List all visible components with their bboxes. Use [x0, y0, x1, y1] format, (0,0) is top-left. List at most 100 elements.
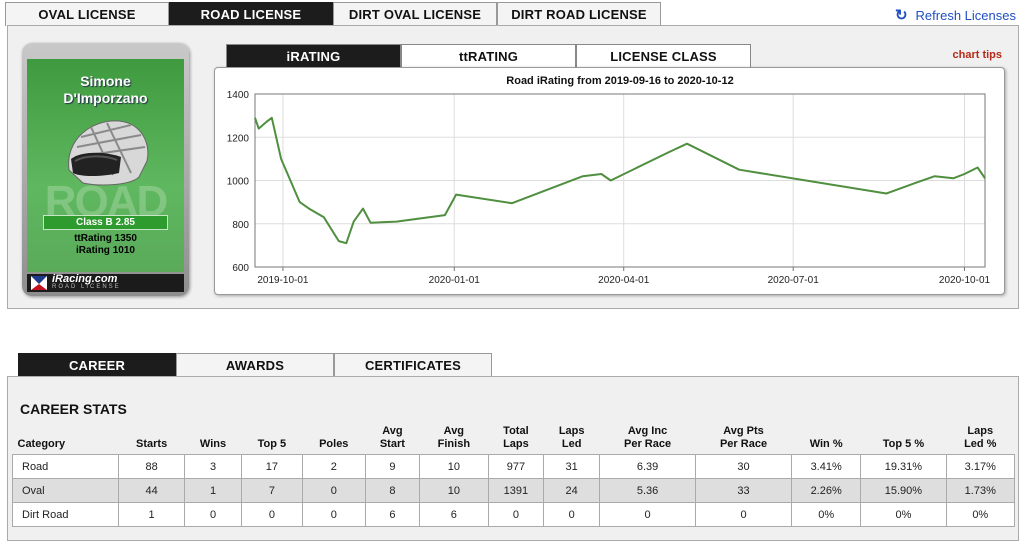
- table-cell: 17: [240, 454, 303, 479]
- table-cell: 24: [543, 478, 601, 503]
- table-cell: 6: [364, 502, 421, 527]
- career-col-header-text: Laps: [967, 425, 994, 437]
- tab-awards[interactable]: AWARDS: [176, 353, 334, 377]
- table-cell: 0: [301, 478, 366, 503]
- career-col-header-text: Category: [17, 438, 66, 450]
- career-col-header-text: Avg Inc: [627, 425, 668, 437]
- tab-dirt-oval-license[interactable]: DIRT OVAL LICENSE: [333, 2, 497, 26]
- career-col-header: Poles: [302, 425, 365, 455]
- refresh-licenses-link[interactable]: ↻ Refresh Licenses: [895, 6, 1016, 24]
- career-col-header-text: Total: [503, 425, 529, 437]
- table-cell: 10: [419, 478, 489, 503]
- career-stats-table: Category Starts Wins Top 5 Poles Avg Start Avg F…: [11, 425, 1016, 527]
- table-cell: 33: [695, 478, 792, 503]
- iracing-flag-icon: [31, 276, 47, 290]
- career-col-header: Avg Finish: [420, 425, 488, 455]
- refresh-licenses-label: Refresh Licenses: [915, 7, 1016, 23]
- tab-road-license[interactable]: ROAD LICENSE: [169, 2, 333, 26]
- career-stats-title: CAREER STATS: [20, 401, 127, 417]
- career-col-header: Avg Start: [365, 425, 420, 455]
- table-row: Road 88 3 17 2 9 10 977 31 6.39 30 3.41% 19.31% 3.17%: [11, 454, 1016, 479]
- table-cell: 44: [118, 478, 186, 503]
- career-col-header-text: Top 5 %: [882, 438, 925, 450]
- career-col-header-text: Top 5: [257, 438, 287, 450]
- table-cell: 0%: [790, 502, 862, 527]
- career-col-header-text: Avg Pts: [723, 425, 764, 437]
- table-cell: 1.73%: [945, 478, 1016, 503]
- tab-career[interactable]: CAREER: [18, 353, 176, 377]
- chart-tips-link[interactable]: chart tips: [952, 49, 1002, 61]
- table-cell: 31: [543, 454, 601, 479]
- chart-title: Road iRating from 2019-09-16 to 2020-10-…: [506, 75, 733, 87]
- irating-chart: Road iRating from 2019-09-16 to 2020-10-…: [214, 67, 1005, 295]
- card-ttrating: ttRating 1350: [74, 233, 137, 244]
- career-col-header: Starts: [119, 425, 185, 455]
- tab-certificates[interactable]: CERTIFICATES: [334, 353, 492, 377]
- table-cell: 5.36: [599, 478, 697, 503]
- table-cell: Road: [11, 454, 120, 479]
- career-col-header: Avg Inc Per Race: [600, 425, 696, 455]
- career-col-header: Total Laps: [488, 425, 544, 455]
- career-col-header-text: Avg: [443, 425, 465, 437]
- career-col-header: Laps Led %: [946, 425, 1014, 455]
- y-tick-label: 1200: [227, 133, 250, 144]
- license-card-face: Simone D'Imporzano ROAD Class B 2.85 ttR…: [27, 59, 184, 272]
- table-cell: 10: [419, 454, 489, 479]
- tab-oval-license[interactable]: OVAL LICENSE: [5, 2, 169, 26]
- career-tabs: CAREER AWARDS CERTIFICATES: [18, 353, 492, 377]
- tab-dirt-road-license[interactable]: DIRT ROAD LICENSE: [497, 2, 661, 26]
- table-cell: Dirt Road: [11, 502, 120, 527]
- table-cell: 0: [240, 502, 303, 527]
- table-cell: 1: [184, 478, 242, 503]
- helmet-icon: [68, 120, 149, 186]
- table-cell: 3.17%: [945, 454, 1016, 479]
- career-col-header: Laps Led: [544, 425, 600, 455]
- tab-license-class[interactable]: LICENSE CLASS: [576, 44, 751, 68]
- x-tick-label: 2020-07-01: [768, 275, 820, 286]
- license-tabs: OVAL LICENSE ROAD LICENSE DIRT OVAL LICE…: [5, 2, 661, 26]
- tab-irating[interactable]: iRATING: [226, 44, 401, 68]
- table-row: Dirt Road 1 0 0 0 6 6 0 0 0 0 0% 0% 0%: [11, 502, 1016, 527]
- x-tick-label: 2019-10-01: [257, 275, 309, 286]
- table-cell: 3: [184, 454, 242, 479]
- card-irating: iRating 1010: [76, 245, 135, 256]
- y-tick-label: 1400: [227, 90, 250, 101]
- card-ratings: ttRating 1350 iRating 1010: [27, 233, 184, 257]
- table-cell: 1: [118, 502, 186, 527]
- refresh-icon: ↻: [894, 7, 908, 24]
- career-col-header-text: Starts: [136, 438, 168, 450]
- career-col-header-text: Led: [561, 438, 582, 450]
- table-cell: 2: [301, 454, 366, 479]
- table-cell: 6.39: [599, 454, 697, 479]
- career-col-header: Top 5: [241, 425, 302, 455]
- career-col-header-text: Poles: [319, 438, 349, 450]
- driver-first-name: Simone: [80, 73, 131, 89]
- irating-chart-svg: Road iRating from 2019-09-16 to 2020-10-…: [227, 75, 991, 286]
- table-cell: 0: [599, 502, 697, 527]
- table-cell: 7: [240, 478, 303, 503]
- table-cell: 8: [364, 478, 421, 503]
- table-cell: 88: [118, 454, 186, 479]
- career-col-header-text: Laps: [558, 425, 585, 437]
- career-col-header-text: Per Race: [719, 438, 768, 450]
- y-tick-label: 1000: [227, 177, 250, 188]
- y-tick-label: 800: [232, 220, 249, 231]
- license-card: Simone D'Imporzano ROAD Class B 2.85 ttR…: [22, 43, 189, 296]
- tab-ttrating[interactable]: ttRATING: [401, 44, 576, 68]
- table-cell: 0: [487, 502, 545, 527]
- table-cell: 977: [487, 454, 545, 479]
- career-col-header-text: Per Race: [624, 438, 672, 450]
- table-cell: 0: [543, 502, 601, 527]
- driver-last-name: D'Imporzano: [63, 90, 148, 106]
- table-cell: 1391: [487, 478, 545, 503]
- logo-main-text: iRacing.com: [52, 273, 118, 285]
- career-col-header-text: Start: [379, 438, 405, 450]
- table-cell: 0%: [860, 502, 947, 527]
- iracing-logo: iRacing.com ROAD LICENSE: [27, 274, 184, 292]
- table-cell: 2.26%: [790, 478, 862, 503]
- career-col-header-text: Win %: [809, 438, 843, 450]
- career-col-header: Top 5 %: [861, 425, 946, 455]
- career-col-header: Wins: [185, 425, 242, 455]
- license-panel: Simone D'Imporzano ROAD Class B 2.85 ttR…: [7, 25, 1019, 309]
- table-cell: 0: [695, 502, 792, 527]
